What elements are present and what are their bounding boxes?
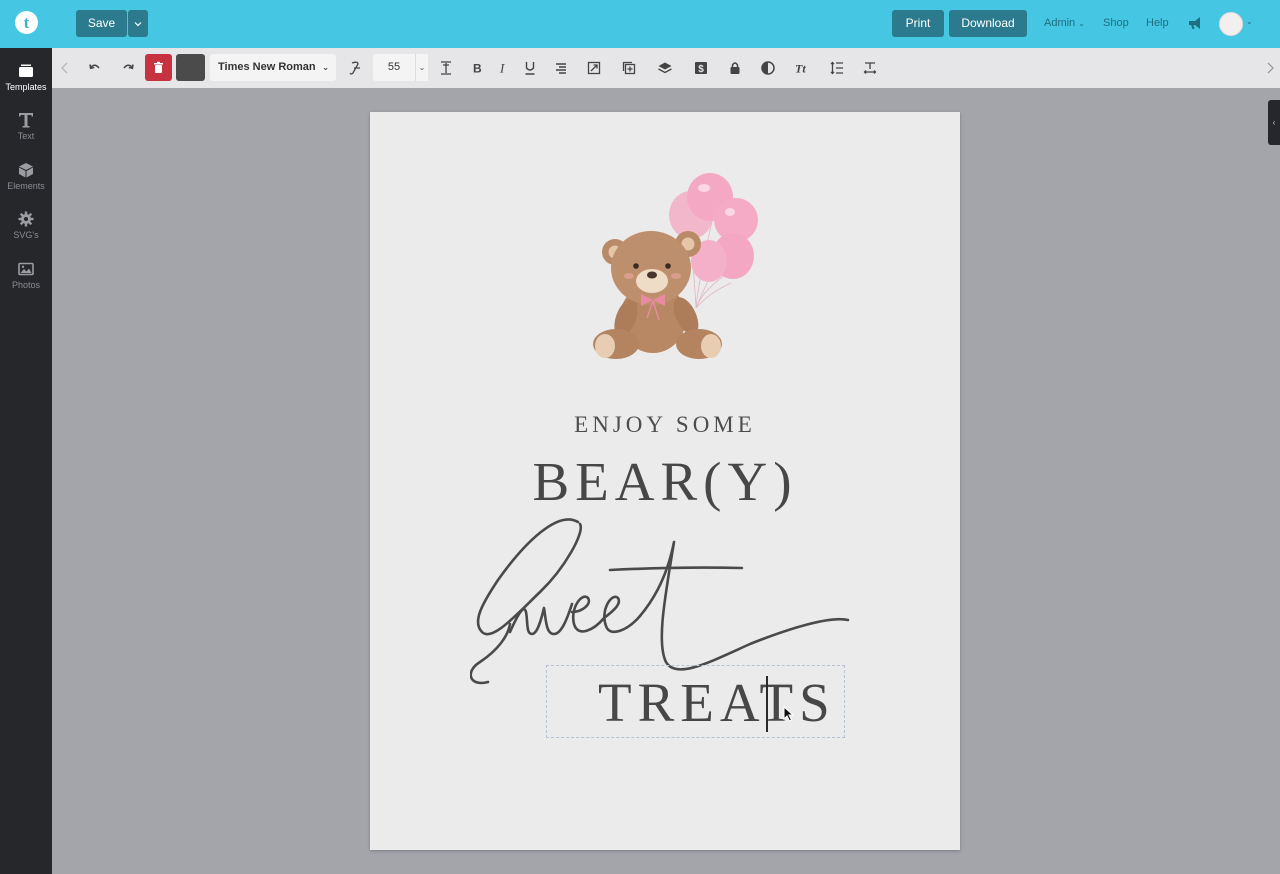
- scroll-left-icon[interactable]: [57, 60, 73, 76]
- sidebar-item-text[interactable]: Text: [0, 111, 52, 141]
- app-logo[interactable]: t: [15, 11, 38, 34]
- sidebar-item-label: Text: [17, 131, 35, 141]
- panel-toggle-button[interactable]: ‹: [1268, 100, 1280, 145]
- chevron-down-icon: ⌄: [1078, 19, 1085, 28]
- align-icon[interactable]: [553, 60, 569, 76]
- text-height-icon[interactable]: [438, 60, 454, 76]
- lock-icon[interactable]: [727, 60, 743, 76]
- line-height-icon[interactable]: [829, 60, 845, 76]
- shop-link[interactable]: Shop: [1103, 17, 1129, 29]
- dollar-icon[interactable]: $: [693, 60, 709, 76]
- sidebar-item-label: Templates: [5, 82, 47, 92]
- sidebar-item-templates[interactable]: Templates: [0, 62, 52, 92]
- italic-icon[interactable]: I: [495, 60, 511, 76]
- sidebar-item-label: Elements: [7, 181, 45, 191]
- svg-text:B: B: [473, 62, 482, 76]
- gear-icon: [18, 211, 34, 227]
- sidebar-item-svgs[interactable]: SVG's: [0, 210, 52, 240]
- chevron-down-icon[interactable]: ⌄: [1246, 17, 1253, 26]
- design-canvas[interactable]: ENJOY SOME BEAR(Y) TREATS: [370, 112, 960, 850]
- sidebar-item-elements[interactable]: Elements: [0, 161, 52, 191]
- mouse-pointer-icon: [783, 706, 795, 722]
- scroll-right-icon[interactable]: [1262, 60, 1278, 76]
- headline-line-3[interactable]: TREATS: [598, 671, 836, 734]
- resize-icon[interactable]: [586, 60, 602, 76]
- sidebar-item-photos[interactable]: Photos: [0, 260, 52, 290]
- font-family-select[interactable]: Times New Roman ⌄: [210, 54, 336, 81]
- undo-icon[interactable]: [87, 60, 103, 76]
- chevron-down-icon[interactable]: ⌄: [415, 54, 428, 81]
- top-bar: t Save Print Download Admin ⌄ Shop Help …: [0, 0, 1280, 48]
- sidebar-item-label: Photos: [11, 280, 41, 290]
- text-cursor: [766, 676, 768, 732]
- admin-label: Admin: [1044, 17, 1076, 29]
- svg-text:Tt: Tt: [795, 62, 806, 76]
- cube-icon: [19, 163, 33, 178]
- toolbar: Times New Roman ⌄ 55 ⌄ B I $ Tt: [52, 48, 1280, 88]
- font-size-input[interactable]: 55: [373, 54, 415, 81]
- text-case-icon[interactable]: Tt: [794, 60, 810, 76]
- admin-menu[interactable]: Admin ⌄: [1044, 17, 1085, 29]
- trash-icon: [154, 61, 163, 73]
- download-button[interactable]: Download: [949, 10, 1027, 37]
- sidebar-item-label: SVG's: [13, 230, 39, 240]
- megaphone-icon[interactable]: [1187, 15, 1203, 31]
- headline-line-1[interactable]: ENJOY SOME: [370, 412, 960, 438]
- svg-text:$: $: [698, 64, 704, 75]
- text-icon: [19, 113, 33, 128]
- chevron-down-icon: ⌄: [322, 63, 329, 72]
- letter-spacing-icon[interactable]: [862, 60, 878, 76]
- print-button[interactable]: Print: [892, 10, 944, 37]
- font-family-value: Times New Roman: [218, 61, 316, 73]
- save-button[interactable]: Save: [76, 10, 127, 37]
- bold-icon[interactable]: B: [469, 60, 485, 76]
- chevron-down-icon: [134, 22, 142, 27]
- help-link[interactable]: Help: [1146, 17, 1169, 29]
- opacity-icon[interactable]: [760, 60, 776, 76]
- duplicate-icon[interactable]: [621, 60, 637, 76]
- svg-text:I: I: [499, 61, 505, 76]
- teddy-bear-balloons-image: [593, 173, 758, 359]
- avatar[interactable]: [1219, 12, 1243, 36]
- headline-line-2[interactable]: BEAR(Y): [370, 450, 960, 513]
- font-style-icon[interactable]: [347, 60, 363, 76]
- image-icon: [18, 262, 34, 276]
- save-options-button[interactable]: [128, 10, 148, 37]
- underline-icon[interactable]: [522, 60, 538, 76]
- templates-icon: [19, 64, 33, 77]
- text-color-swatch[interactable]: [176, 54, 205, 81]
- delete-button[interactable]: [145, 54, 172, 81]
- redo-icon[interactable]: [120, 60, 136, 76]
- sidebar: Templates Text Elements SVG's Photos: [0, 48, 52, 874]
- chevron-left-icon: ‹: [1272, 118, 1276, 127]
- layers-icon[interactable]: [657, 60, 673, 76]
